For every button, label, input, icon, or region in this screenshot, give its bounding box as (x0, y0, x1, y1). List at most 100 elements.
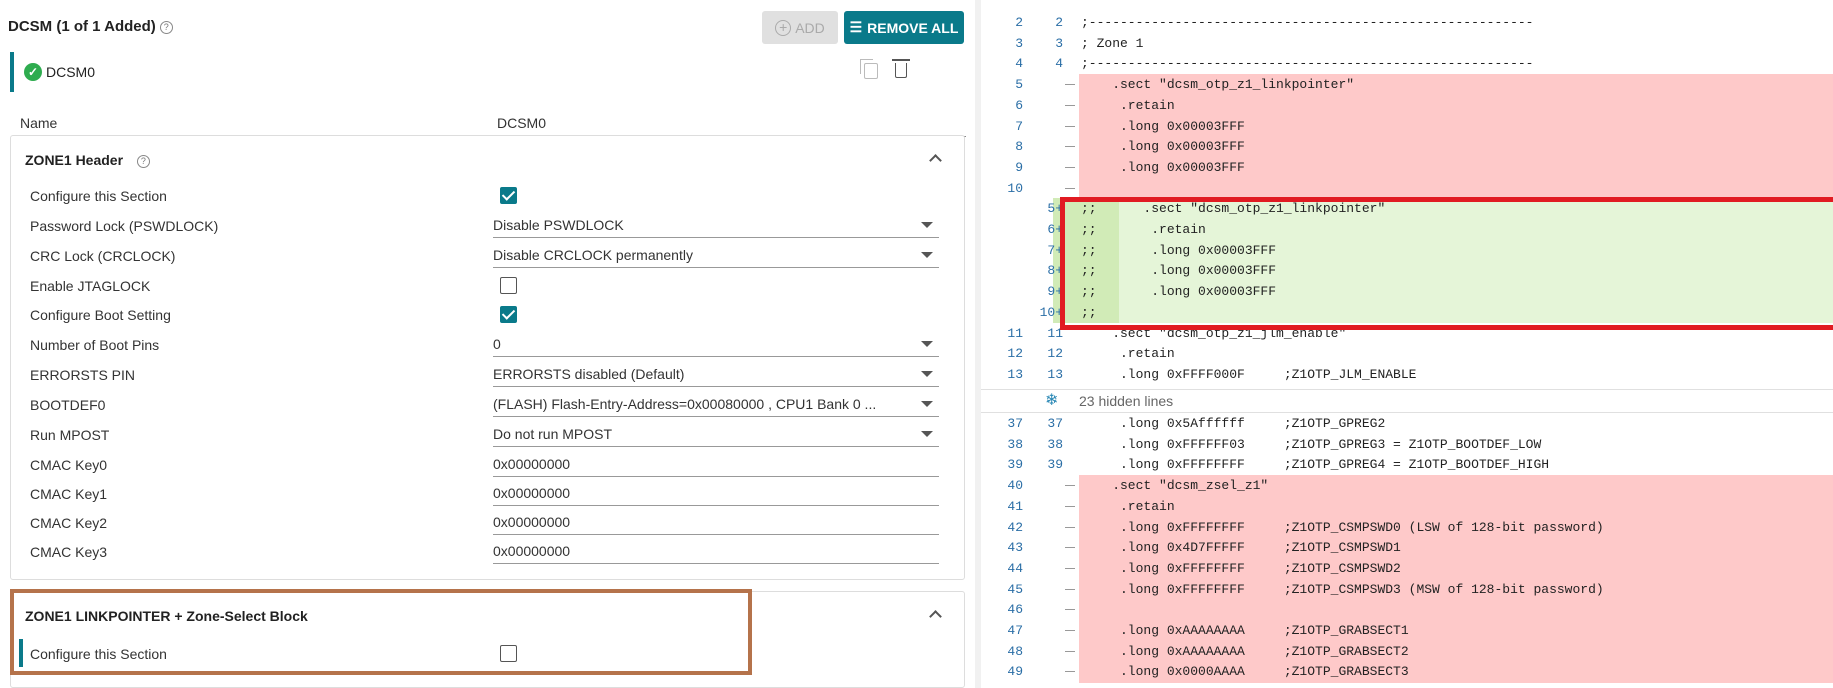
diff-code-line: .long 0xFFFFFFFF ;Z1OTP_CSMPSWD0 (LSW of… (1081, 519, 1604, 535)
diff-line-number-right: 13 (1047, 366, 1063, 382)
zone1-row-label: Number of Boot Pins (30, 337, 160, 353)
zone1-row-label: Configure this Section (30, 188, 167, 204)
diff-line-number-left: 12 (1007, 346, 1023, 362)
diff-line-number-left: 42 (1007, 519, 1023, 535)
diff-line-number-left: 37 (1007, 416, 1023, 431)
diff-line-number-right (1029, 641, 1063, 662)
diff-line-number-right (1029, 157, 1063, 178)
zone1-row-dropdown[interactable]: Disable PSWDLOCK (493, 216, 939, 238)
remove-list-icon: ☰ (849, 19, 863, 35)
zone1-row-dropdown[interactable]: Disable CRCLOCK permanently (493, 246, 939, 268)
diff-line-number-left: 7 (1015, 118, 1023, 134)
zone1-row-checkbox[interactable] (500, 306, 517, 323)
diff-line-number-right: 10+ (1039, 304, 1063, 320)
diff-line-number-left: 6 (1015, 97, 1023, 113)
zone1-row-dropdown[interactable]: (FLASH) Flash-Entry-Address=0x00080000 ,… (493, 395, 939, 417)
zone1-row-label: CMAC Key1 (30, 486, 108, 502)
diff-line-number-right (1029, 579, 1063, 600)
diff-dash (1065, 125, 1075, 127)
diff-code-line: .retain (1081, 346, 1175, 362)
hidden-lines-bar[interactable]: ❄ 23 hidden lines (981, 389, 1833, 413)
diff-dash (1065, 526, 1075, 528)
diff-code-line: .long 0x00003FFF (1081, 139, 1245, 155)
trash-icon[interactable] (892, 59, 910, 78)
diff-dash (1065, 547, 1075, 549)
diff-line-number-right: 3 (1055, 35, 1063, 51)
zone1-row-checkbox[interactable] (500, 187, 517, 204)
diff-line-number-left: 4 (1015, 56, 1023, 72)
zone1-row-label: Run MPOST (30, 427, 110, 443)
diff-code-line: .retain (1081, 97, 1175, 113)
zone1-row-input[interactable]: 0x00000000 (493, 455, 939, 477)
remove-all-button[interactable]: ☰ REMOVE ALL (844, 11, 964, 44)
zone1-row-label: Configure Boot Setting (30, 307, 171, 323)
dcsm-config-panel: DCSM (1 of 1 Added)? + ADD ☰ REMOVE ALL … (0, 0, 975, 688)
add-button[interactable]: + ADD (762, 11, 838, 44)
zone1-row-input[interactable]: 0x00000000 (493, 513, 939, 535)
zone1-row-label: BOOTDEF0 (30, 397, 106, 413)
diff-dash (1065, 609, 1075, 611)
diff-line-number-right (1029, 136, 1063, 157)
add-button-label: ADD (795, 19, 825, 36)
diff-line-number-left (981, 240, 1023, 261)
instance-item-dcsm0[interactable]: ✓ DCSM0 (10, 52, 965, 92)
diff-line-number-right (1029, 116, 1063, 137)
help-icon[interactable]: ? (136, 154, 150, 168)
diff-code-line: .long 0x0000AAAA ;Z1OTP_GRABSECT3 (1081, 664, 1409, 680)
chevron-up-icon[interactable] (929, 610, 942, 623)
diff-code-line: .sect "dcsm_otp_z1_linkpointer" (1081, 77, 1355, 93)
zone1-row-dropdown[interactable]: Do not run MPOST (493, 425, 939, 447)
zone1-header-title: ZONE1 Header ? (25, 152, 150, 168)
zone1-row-input[interactable]: 0x00000000 (493, 542, 939, 564)
diff-line-number-right: 8+ (1047, 263, 1063, 279)
chevron-up-icon[interactable] (929, 154, 942, 167)
diff-line-number-left: 9 (1015, 159, 1023, 175)
diff-line-number-right: 2 (1055, 15, 1063, 30)
diff-code-line: .retain (1081, 498, 1175, 514)
diff-line-number-right (1029, 95, 1063, 116)
zone1-row-label: CMAC Key2 (30, 515, 108, 531)
diff-line-number-right: 7+ (1047, 242, 1063, 258)
diff-line-number-left: 49 (1007, 664, 1023, 680)
name-input[interactable]: DCSM0 (497, 115, 966, 137)
zone1-row-input[interactable]: 0x00000000 (493, 484, 939, 506)
diff-line-number-left (981, 260, 1023, 281)
zone1-row-dropdown[interactable]: ERRORSTS disabled (Default) (493, 365, 939, 387)
diff-line-number-right (1029, 517, 1063, 538)
expand-icon[interactable]: ❄ (1045, 393, 1061, 409)
diff-line-number-left: 10 (1007, 180, 1023, 196)
diff-line-number-left: 43 (1007, 540, 1023, 556)
diff-line-number-right: 39 (1047, 457, 1063, 473)
diff-line-number-left (981, 281, 1023, 302)
zone1-row-label: ERRORSTS PIN (30, 367, 136, 383)
hidden-lines-label: 23 hidden lines (1079, 393, 1174, 409)
diff-line-number-right: 11 (1047, 325, 1063, 341)
diff-deleted-bg (1079, 495, 1833, 517)
diff-code-line: .long 0x00003FFF (1081, 118, 1245, 134)
diff-line-number-right: 9+ (1047, 284, 1063, 300)
diff-code-line: .long 0x00003FFF (1081, 159, 1245, 175)
diff-dash (1065, 505, 1075, 507)
name-label: Name (20, 115, 58, 131)
diff-line-number-left: 48 (1007, 643, 1023, 659)
zone1-row-dropdown[interactable]: 0 (493, 335, 939, 357)
diff-dash (1065, 567, 1075, 569)
diff-line-number-left: 44 (1007, 560, 1023, 576)
diff-dash (1065, 588, 1075, 590)
diff-line-number-left: 5 (1015, 77, 1023, 93)
diff-code-line: .long 0x5Affffff ;Z1OTP_GPREG2 (1081, 416, 1386, 431)
diff-line-number-left: 11 (1007, 325, 1023, 341)
diff-line-number-right (1029, 537, 1063, 558)
remove-all-label: REMOVE ALL (867, 19, 959, 36)
diff-view: 2 2 ;-------------------------------------… (981, 0, 1833, 688)
help-icon[interactable]: ? (159, 20, 173, 34)
diff-deleted-bg (1079, 94, 1833, 116)
highlight-box (10, 589, 752, 675)
copy-icon[interactable] (860, 59, 878, 79)
diff-deleted-bg (1079, 599, 1833, 621)
diff-line-number-left: 2 (1015, 15, 1023, 30)
zone1-row-checkbox[interactable] (500, 277, 517, 294)
page-title-text: DCSM (1 of 1 Added) (8, 18, 156, 35)
zone1-row-label: CMAC Key0 (30, 457, 108, 473)
diff-line-number-right: 6+ (1047, 222, 1063, 237)
